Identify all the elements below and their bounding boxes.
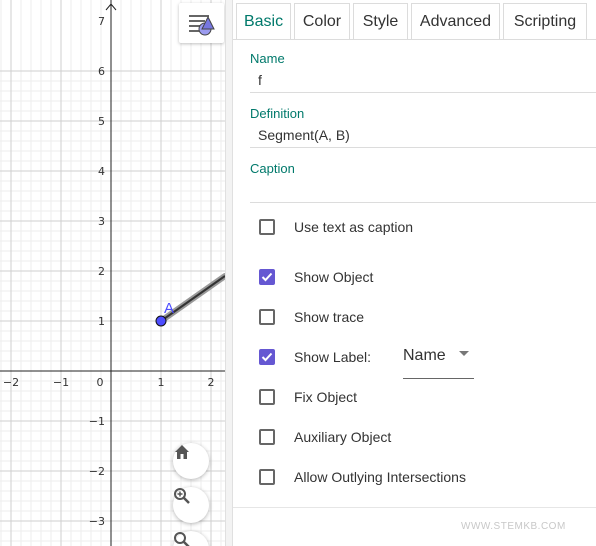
tab-style[interactable]: Style <box>353 3 408 39</box>
tabs-divider <box>233 39 596 40</box>
caption-input[interactable] <box>250 179 596 203</box>
tab-advanced[interactable]: Advanced <box>411 3 500 39</box>
name-label: Name <box>250 51 285 66</box>
caption-label: Caption <box>250 161 295 176</box>
checkmark-icon <box>261 352 273 362</box>
object-properties-panel: Basic Color Style Advanced Scripting Nam… <box>233 0 596 546</box>
show-label-checkbox[interactable] <box>259 349 275 365</box>
watermark: WWW.STEMKB.COM <box>461 521 566 532</box>
panel-divider[interactable] <box>225 0 233 546</box>
allow-outlying-intersections-label: Allow Outlying Intersections <box>294 469 466 485</box>
show-label-row[interactable]: Show Label: <box>259 347 371 367</box>
dropdown-arrow-icon <box>459 351 469 356</box>
y-tick-label: 1 <box>98 315 105 328</box>
graphics-view[interactable]: −2 −1 0 1 2 7 6 5 4 3 2 1 −1 −2 −3 A <box>0 0 225 546</box>
show-object-checkbox[interactable] <box>259 269 275 285</box>
y-tick-label: −1 <box>89 415 105 428</box>
style-bar-icon <box>189 15 215 36</box>
allow-outlying-intersections-checkbox[interactable] <box>259 469 275 485</box>
zoom-in-button[interactable] <box>173 487 209 523</box>
show-trace-row[interactable]: Show trace <box>259 307 364 327</box>
use-text-as-caption-row[interactable]: Use text as caption <box>259 217 413 237</box>
properties-tabs: Basic Color Style Advanced Scripting <box>233 0 596 40</box>
definition-label: Definition <box>250 106 305 121</box>
auxiliary-object-row[interactable]: Auxiliary Object <box>259 427 391 447</box>
home-button[interactable] <box>173 443 209 479</box>
x-tick-label: 2 <box>208 376 215 389</box>
x-tick-label: −2 <box>3 376 19 389</box>
y-tick-label: 5 <box>98 115 105 128</box>
label-style-value: Name <box>403 347 446 364</box>
tab-basic[interactable]: Basic <box>236 3 291 39</box>
panel-bottom-divider <box>233 507 596 508</box>
fix-object-label: Fix Object <box>294 389 358 405</box>
auxiliary-object-checkbox[interactable] <box>259 429 275 445</box>
use-text-as-caption-checkbox[interactable] <box>259 219 275 235</box>
fix-object-checkbox[interactable] <box>259 389 275 405</box>
x-tick-label: 0 <box>97 376 104 389</box>
show-trace-label: Show trace <box>294 309 365 325</box>
point-a[interactable] <box>155 315 167 327</box>
y-tick-label: 3 <box>98 215 105 228</box>
y-tick-label: −2 <box>89 465 105 478</box>
use-text-as-caption-label: Use text as caption <box>294 219 414 235</box>
label-style-dropdown[interactable]: Name <box>403 344 474 379</box>
zoom-out-icon <box>174 532 190 546</box>
y-tick-label: 6 <box>98 65 105 78</box>
definition-input[interactable]: Segment(A, B) <box>250 124 596 148</box>
y-tick-label: 2 <box>98 265 105 278</box>
y-tick-label: −3 <box>89 515 105 528</box>
x-tick-label: −1 <box>53 376 69 389</box>
tab-color[interactable]: Color <box>294 3 350 39</box>
style-bar-toggle-button[interactable] <box>179 3 224 43</box>
x-tick-label: 1 <box>158 376 165 389</box>
show-label-label: Show Label: <box>294 349 372 365</box>
y-tick-label: 7 <box>98 15 105 28</box>
allow-outlying-intersections-row[interactable]: Allow Outlying Intersections <box>259 467 466 487</box>
tab-scripting[interactable]: Scripting <box>503 3 587 39</box>
point-a-label: A <box>164 300 174 317</box>
show-object-label: Show Object <box>294 269 374 285</box>
checkmark-icon <box>261 272 273 282</box>
show-object-row[interactable]: Show Object <box>259 267 373 287</box>
auxiliary-object-label: Auxiliary Object <box>294 429 392 445</box>
zoom-in-icon <box>174 488 190 504</box>
name-input[interactable]: f <box>250 69 596 93</box>
home-icon <box>175 445 189 459</box>
show-trace-checkbox[interactable] <box>259 309 275 325</box>
fix-object-row[interactable]: Fix Object <box>259 387 357 407</box>
y-tick-label: 4 <box>98 165 105 178</box>
